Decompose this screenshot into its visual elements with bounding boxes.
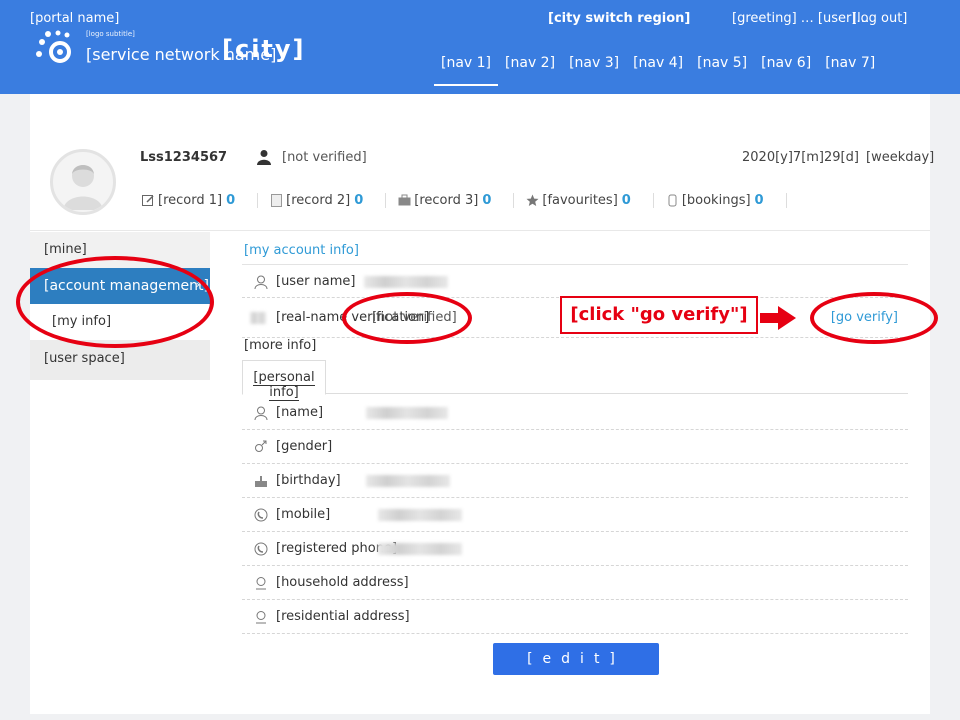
edit-icon: [142, 194, 154, 206]
account-card: Lss1234567 [not verified] 2020[y]7[m]29[…: [30, 94, 934, 714]
cake-icon: [255, 476, 267, 487]
record-stats: [record 1] 0 [record 2] 0 [record 3] 0 […: [136, 189, 793, 211]
stat-reports[interactable]: [record 2] 0: [264, 192, 387, 208]
location-icon: [256, 577, 266, 590]
logo-subtitle: [logo subtitle]: [86, 30, 135, 38]
highlight-ring-sidebar: [16, 256, 214, 348]
phone-icon: [254, 542, 268, 556]
blurred-icon: [250, 312, 266, 324]
nav-item-business-env[interactable]: [nav 6]: [754, 46, 818, 86]
stat-records[interactable]: [record 1] 0: [136, 192, 259, 208]
field-label: [gender]: [276, 439, 333, 454]
stat-count: 0: [354, 192, 364, 208]
nav-item-efficiency[interactable]: [nav 4]: [626, 46, 690, 86]
blurred-value: [378, 543, 462, 555]
arrow-right-icon: [760, 306, 796, 330]
blurred-value: [364, 276, 448, 288]
nav-item-home[interactable]: [nav 1]: [434, 46, 499, 86]
blurred-value: [366, 475, 450, 487]
field-label: [household address]: [276, 575, 409, 590]
user-icon: [254, 275, 268, 289]
row-username: [user name]: [242, 264, 908, 298]
logout-link[interactable]: [log out]: [852, 11, 907, 26]
field-mobile: [mobile]: [242, 498, 908, 532]
instruction-callout: [click "go verify"]: [560, 296, 758, 334]
field-registered-phone: [registered phone]: [242, 532, 908, 566]
field-gender: [gender]: [242, 430, 908, 464]
stat-favorites[interactable]: [favourites] 0: [520, 192, 654, 208]
avatar: [50, 149, 116, 215]
edit-button[interactable]: [edit]: [493, 643, 659, 675]
field-label: [mobile]: [276, 507, 331, 522]
more-info-title: [more info]: [244, 338, 317, 353]
stat-appointments[interactable]: [bookings] 0: [660, 192, 787, 208]
document-icon: [271, 193, 283, 207]
row-label: [user name]: [276, 274, 356, 289]
blurred-value: [378, 509, 462, 521]
user-icon: [254, 406, 268, 420]
main-nav: [nav 1] [nav 2] [nav 3] [nav 4] [nav 5] …: [434, 46, 882, 86]
highlight-ring-go-verify: [810, 292, 938, 344]
star-icon: [526, 194, 539, 206]
realname-status: [not verified]: [282, 150, 367, 165]
nav-item-services[interactable]: [nav 3]: [562, 46, 626, 86]
gender-icon: [255, 440, 267, 452]
field-label: [birthday]: [276, 473, 341, 488]
portal-link[interactable]: [portal name]: [30, 11, 119, 26]
logo-icon: [36, 30, 71, 63]
stat-count: 0: [621, 192, 631, 208]
nav-item-service-list[interactable]: [nav 2]: [498, 46, 562, 86]
nav-item-news[interactable]: [nav 7]: [818, 46, 882, 86]
section-title: [my account info]: [244, 243, 359, 258]
stat-count: 0: [482, 192, 492, 208]
blurred-value: [366, 407, 448, 419]
region-switch-link[interactable]: [city switch region]: [548, 11, 690, 26]
tab-personal-info[interactable]: [personal info]: [242, 360, 326, 401]
stat-label: [bookings]: [681, 192, 751, 208]
nav-item-supervision[interactable]: [nav 5]: [690, 46, 754, 86]
highlight-ring-status: [342, 292, 472, 344]
briefcase-icon: [398, 194, 411, 205]
current-date: 2020[y]7[m]29[d]: [742, 150, 859, 165]
stat-count: 0: [754, 192, 764, 208]
field-household-address: [household address]: [242, 566, 908, 600]
person-icon: [257, 150, 271, 165]
location-icon: [256, 611, 266, 624]
profile-divider: [30, 230, 930, 231]
field-name: [name]: [242, 395, 908, 430]
field-label: [residential address]: [276, 609, 410, 624]
field-residential-address: [residential address]: [242, 600, 908, 634]
user-greeting: [greeting] … [user]…: [732, 11, 870, 26]
info-tabs: [personal info]: [242, 360, 908, 401]
stat-count: 0: [226, 192, 236, 208]
stat-label: [favourites]: [542, 192, 618, 208]
field-label: [name]: [276, 405, 324, 420]
stat-label: [record 2]: [286, 192, 351, 208]
logo-city: [city]: [222, 35, 306, 63]
stat-label: [record 1]: [158, 192, 223, 208]
site-header: [portal name] [logo subtitle] [service n…: [0, 0, 960, 94]
field-birthday: [birthday]: [242, 464, 908, 498]
phone-icon: [254, 508, 268, 522]
username: Lss1234567: [140, 150, 228, 165]
calendar-icon: [668, 194, 677, 206]
avatar-placeholder-icon: [63, 165, 103, 210]
stat-label: [record 3]: [414, 192, 479, 208]
stat-proxy[interactable]: [record 3] 0: [392, 192, 515, 208]
current-weekday: [weekday]: [866, 150, 935, 165]
